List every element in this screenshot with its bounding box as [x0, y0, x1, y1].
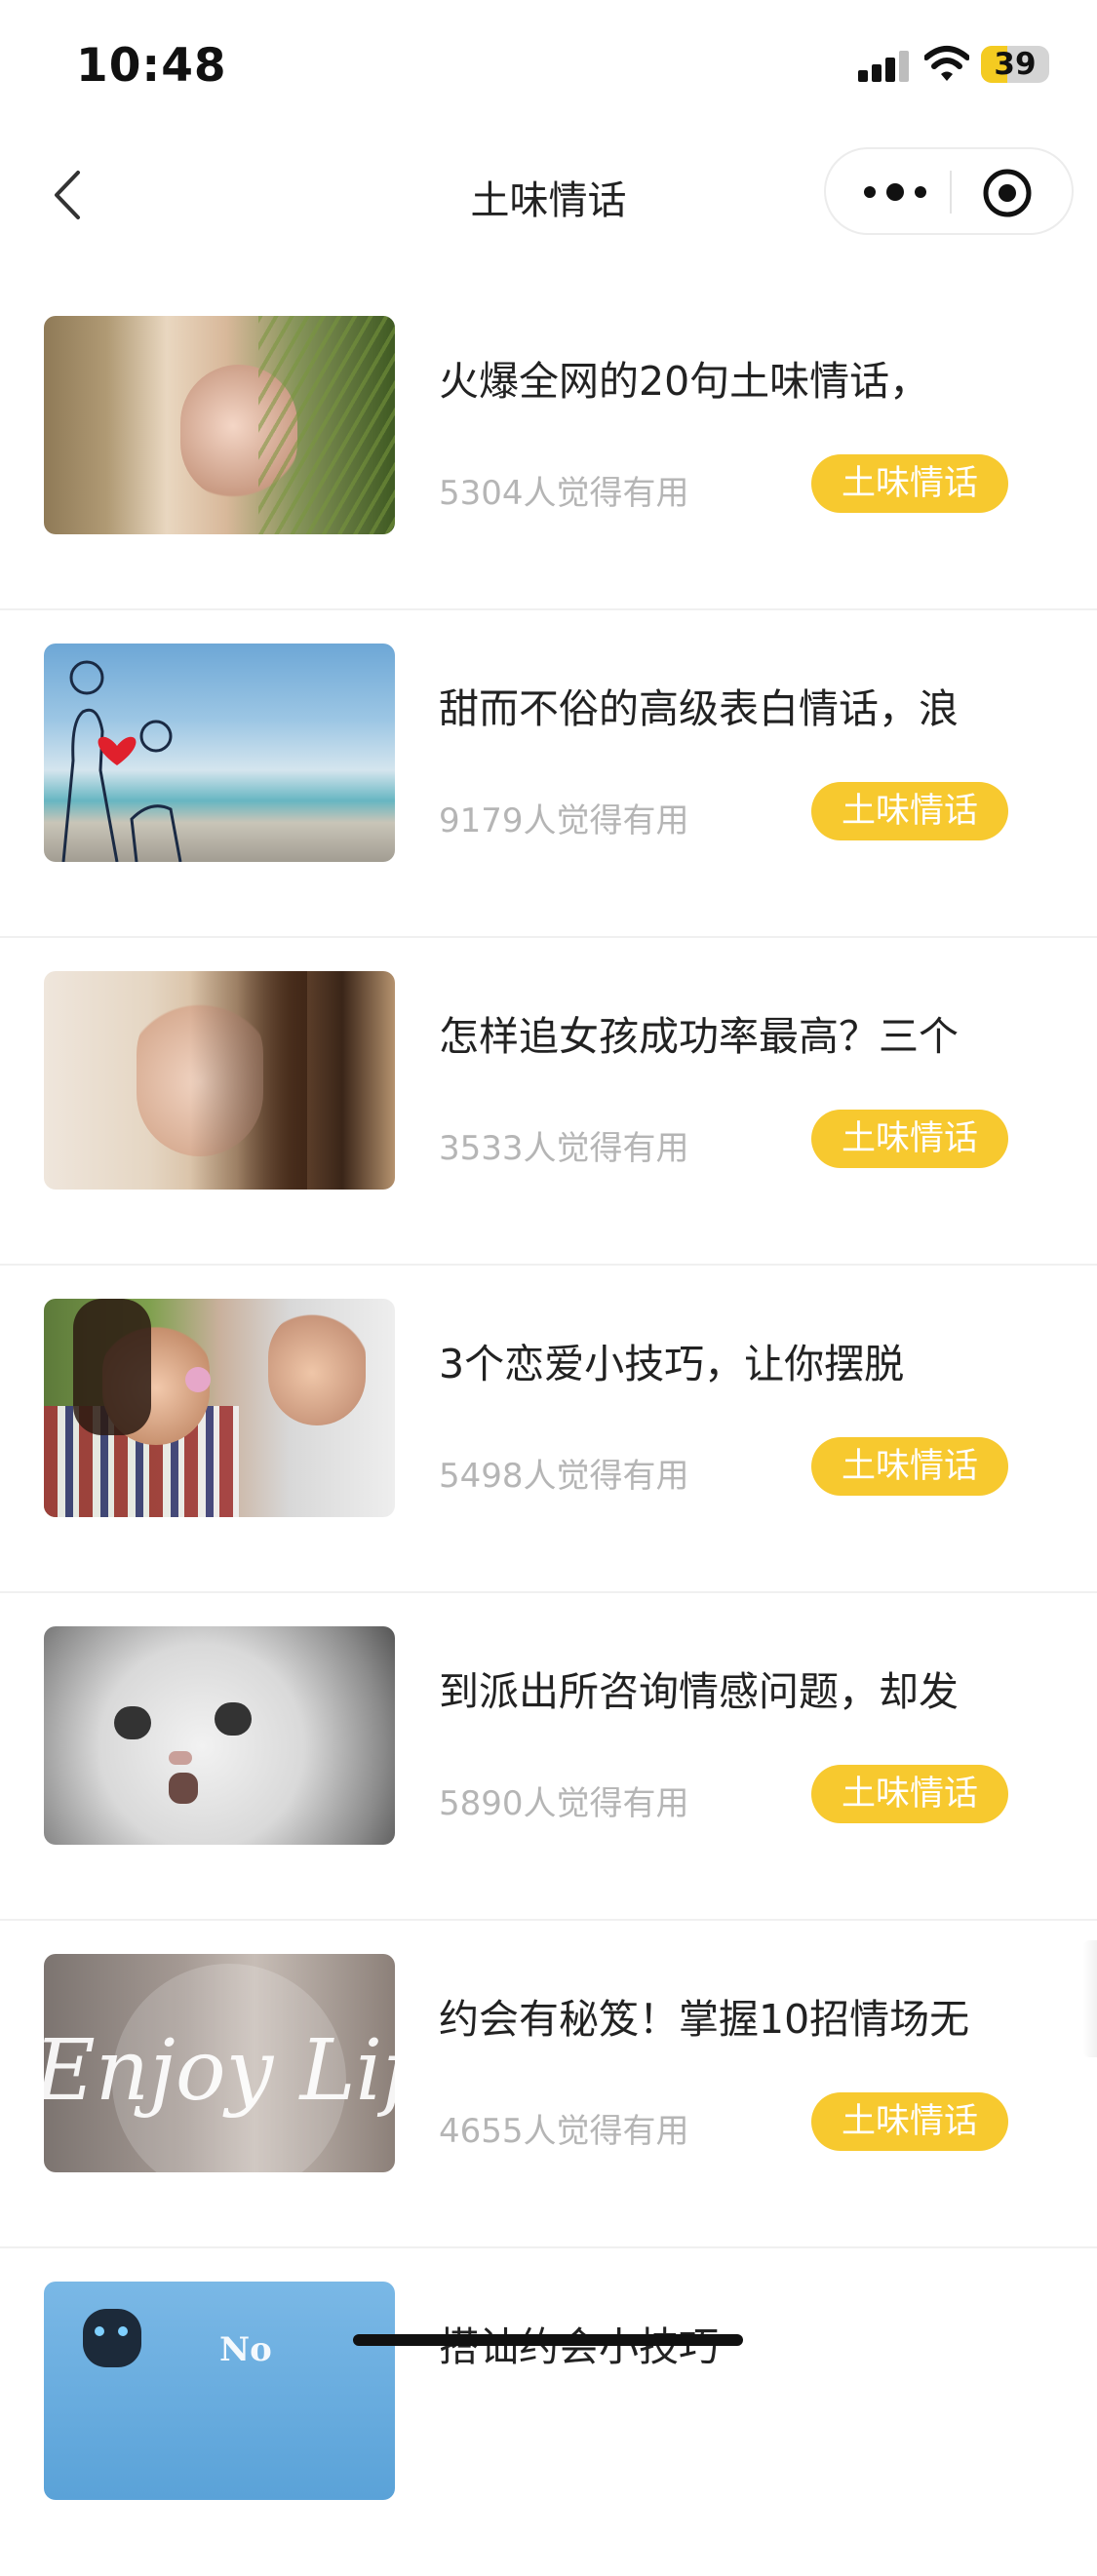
article-title[interactable]: 火爆全网的20句土味情话，: [439, 348, 1009, 407]
useful-count: 4655人觉得有用: [439, 2112, 689, 2151]
target-circle-icon[interactable]: [982, 168, 1033, 218]
category-tag[interactable]: 土味情话: [811, 454, 1008, 513]
more-dots-icon[interactable]: [860, 169, 930, 215]
category-tag[interactable]: 土味情话: [811, 1765, 1008, 1823]
category-tag[interactable]: 土味情话: [811, 2092, 1008, 2151]
status-bar: 10:48 39: [0, 0, 1097, 132]
article-title[interactable]: 3个恋爱小技巧，让你摆脱: [439, 1331, 1009, 1389]
list-item[interactable]: No 搭讪约会小技巧: [0, 2248, 1097, 2576]
article-title[interactable]: 到派出所咨询情感问题，却发: [439, 1659, 1009, 1717]
battery-level: 39: [994, 47, 1037, 82]
home-indicator: [353, 2334, 743, 2346]
cellular-signal-icon: [858, 51, 911, 82]
category-tag[interactable]: 土味情话: [811, 782, 1008, 840]
useful-count: 5890人觉得有用: [439, 1784, 689, 1823]
list-item[interactable]: Enjoy Lif 约会有秘笈！掌握10招情场无 4655人觉得有用 土味情话: [0, 1921, 1097, 2248]
useful-count: 9179人觉得有用: [439, 801, 689, 840]
list-item[interactable]: 火爆全网的20句土味情话， 5304人觉得有用 土味情话: [0, 283, 1097, 610]
list-item[interactable]: 甜而不俗的高级表白情话，浪 9179人觉得有用 土味情话: [0, 610, 1097, 938]
article-thumbnail: [44, 316, 395, 534]
article-thumbnail: [44, 1299, 395, 1517]
navigation-bar: 土味情话: [0, 132, 1097, 258]
useful-count: 5304人觉得有用: [439, 474, 689, 513]
battery-icon: 39: [981, 46, 1049, 83]
capsule-divider: [950, 171, 952, 214]
list-item[interactable]: 到派出所咨询情感问题，却发 5890人觉得有用 土味情话: [0, 1593, 1097, 1921]
wifi-icon: [924, 46, 969, 81]
status-time: 10:48: [76, 39, 227, 93]
edge-shadow: [1082, 1940, 1097, 2057]
category-tag[interactable]: 土味情话: [811, 1437, 1008, 1496]
thumbnail-text: Enjoy Lif: [44, 2022, 395, 2120]
article-thumbnail: Enjoy Lif: [44, 1954, 395, 2172]
useful-count: 5498人觉得有用: [439, 1457, 689, 1496]
list-item[interactable]: 怎样追女孩成功率最高？三个 3533人觉得有用 土味情话: [0, 938, 1097, 1266]
list-item[interactable]: 3个恋爱小技巧，让你摆脱 5498人觉得有用 土味情话: [0, 1266, 1097, 1593]
article-thumbnail: [44, 971, 395, 1190]
article-title[interactable]: 约会有秘笈！掌握10招情场无: [439, 1986, 1009, 2045]
article-list: 火爆全网的20句土味情话， 5304人觉得有用 土味情话 甜而不俗的高级表白情话…: [0, 283, 1097, 2576]
article-title[interactable]: 怎样追女孩成功率最高？三个: [439, 1003, 1009, 1062]
article-thumbnail: [44, 644, 395, 862]
category-tag[interactable]: 土味情话: [811, 1110, 1008, 1168]
article-title[interactable]: 甜而不俗的高级表白情话，浪: [439, 676, 1009, 734]
useful-count: 3533人觉得有用: [439, 1129, 689, 1168]
thumbnail-text: No: [219, 2330, 272, 2369]
article-thumbnail: [44, 1626, 395, 1845]
article-thumbnail: No: [44, 2282, 395, 2500]
miniprogram-capsule: [824, 147, 1074, 235]
